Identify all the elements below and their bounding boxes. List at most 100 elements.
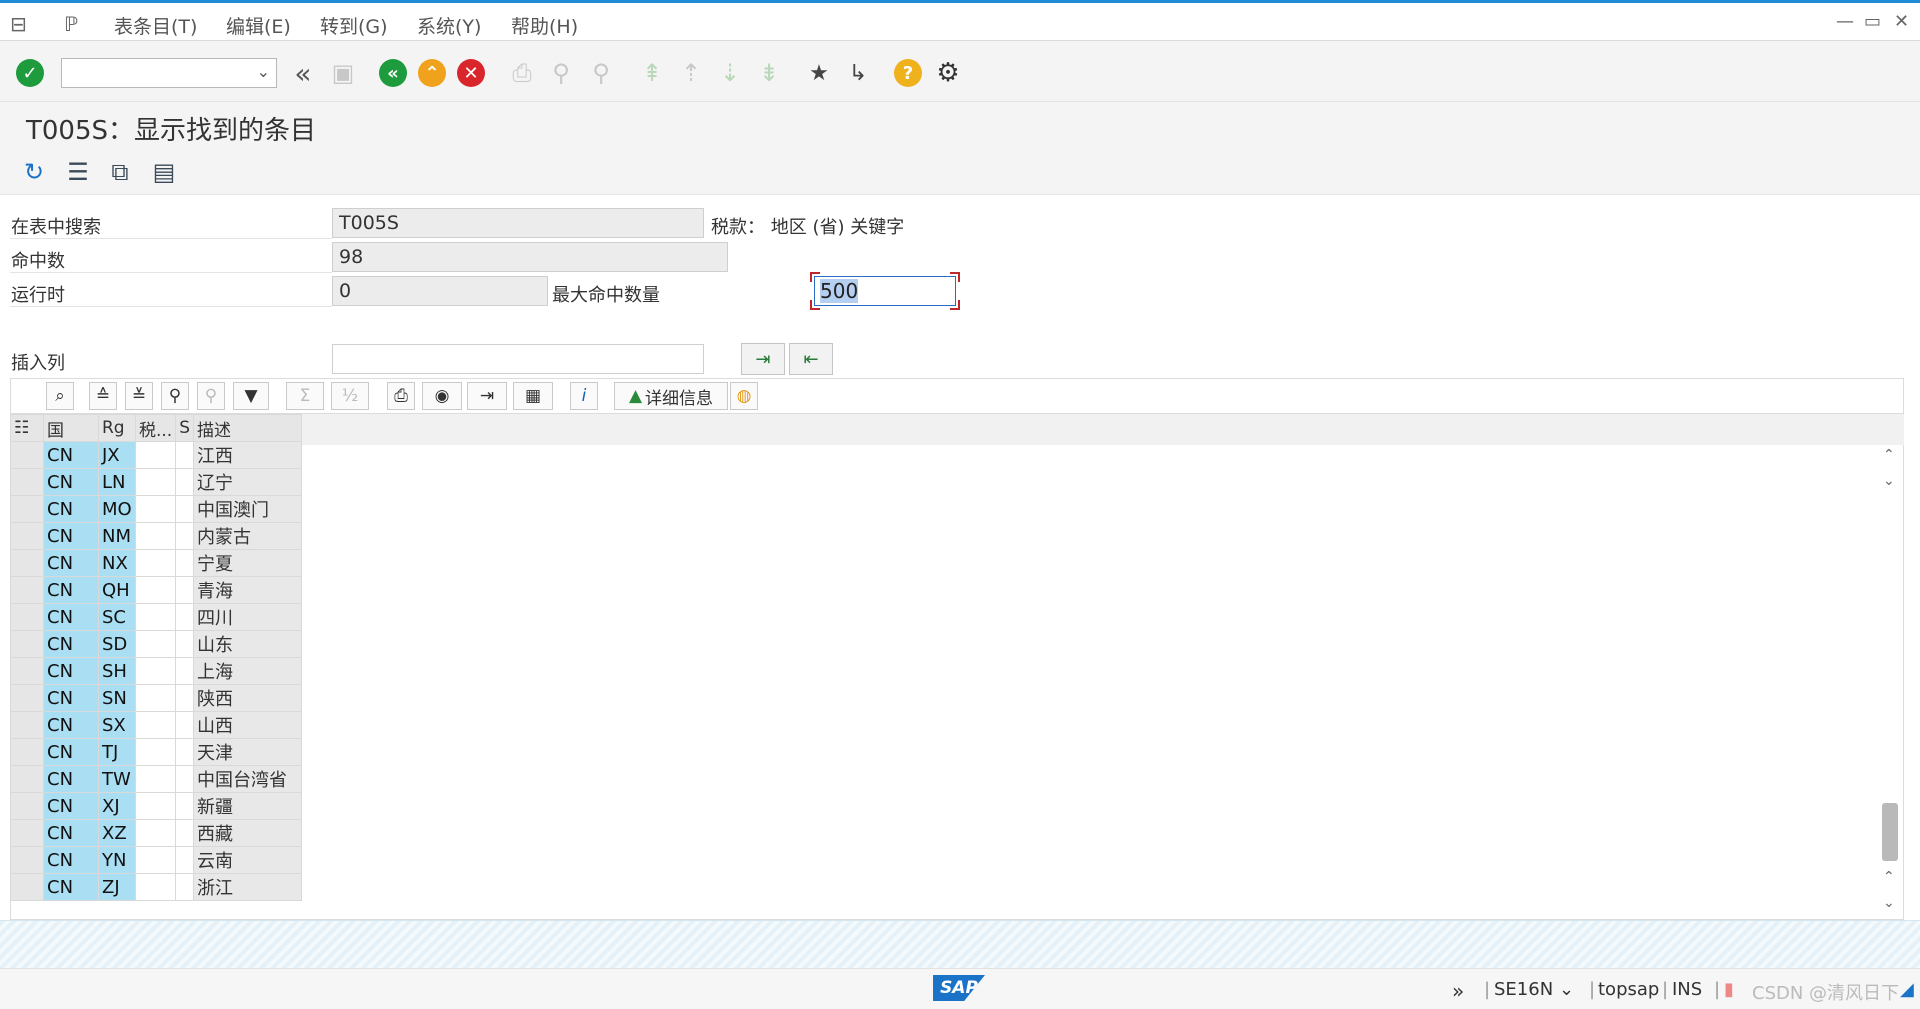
cancel-icon[interactable]: ✕ [455,57,487,89]
table-row[interactable]: CN YN 云南 [10,846,303,874]
enter-icon[interactable]: ✓ [14,57,46,89]
table-row[interactable]: CN XJ 新疆 [10,792,303,820]
sap-p-icon[interactable]: ℙ [64,12,78,36]
cell-tax[interactable] [134,873,177,901]
minimize-icon[interactable]: — [1836,11,1854,32]
cell-region[interactable]: SH [98,657,136,685]
column-header-s[interactable]: S [175,414,195,442]
cell-country[interactable]: CN [43,630,99,658]
details-button[interactable]: ▲ 详细信息 [614,382,728,410]
cell-description[interactable]: 云南 [193,846,303,874]
cell-country[interactable]: CN [43,765,99,793]
row-selector[interactable] [10,765,44,793]
cell-country[interactable]: CN [43,657,99,685]
cell-country[interactable]: CN [43,603,99,631]
cell-s[interactable] [175,603,195,631]
cell-description[interactable]: 山东 [193,630,303,658]
cell-region[interactable]: JX [98,441,136,469]
table-row[interactable]: CN NX 宁夏 [10,549,303,577]
row-selector[interactable] [10,441,44,469]
column-header-description[interactable]: 描述 [193,414,303,442]
chevron-down-icon[interactable]: ⌄ [1559,979,1574,1000]
row-selector[interactable] [10,711,44,739]
cell-tax[interactable] [134,603,177,631]
cell-s[interactable] [175,522,195,550]
menu-item-system[interactable]: 系统(Y) [417,12,481,39]
print-icon[interactable]: ⎙ [387,382,415,410]
expand-status-icon[interactable]: » [1452,979,1464,1003]
table-row[interactable]: CN TJ 天津 [10,738,303,766]
row-selector[interactable] [10,549,44,577]
vertical-scrollbar[interactable]: ⌃ ⌄ ⌃ ⌄ [1876,445,1904,920]
cell-country[interactable]: CN [43,441,99,469]
cell-tax[interactable] [134,765,177,793]
cell-s[interactable] [175,495,195,523]
table-row[interactable]: CN SC 四川 [10,603,303,631]
cell-s[interactable] [175,657,195,685]
detail-view-icon[interactable]: ⌕ [46,382,74,410]
cell-s[interactable] [175,765,195,793]
cell-country[interactable]: CN [43,819,99,847]
cell-region[interactable]: TW [98,765,136,793]
cell-description[interactable]: 内蒙古 [193,522,303,550]
cell-s[interactable] [175,468,195,496]
cell-tax[interactable] [134,684,177,712]
export-icon[interactable]: ⇥ [467,382,507,410]
row-selector[interactable] [10,576,44,604]
table-row[interactable]: CN SN 陕西 [10,684,303,712]
cell-country[interactable]: CN [43,549,99,577]
table-row[interactable]: CN LN 辽宁 [10,468,303,496]
row-selector[interactable] [10,495,44,523]
cell-s[interactable] [175,873,195,901]
sort-ascending-icon[interactable]: ≙ [89,382,117,410]
cell-description[interactable]: 天津 [193,738,303,766]
table-row[interactable]: CN XZ 西藏 [10,819,303,847]
transaction-code[interactable]: SE16N [1494,979,1553,1000]
cell-description[interactable]: 上海 [193,657,303,685]
command-field[interactable]: ⌄ [61,58,277,88]
menu-item-table-entry[interactable]: 表条目(T) [114,12,197,39]
exit-icon[interactable]: ⌃ [416,57,448,89]
table-row[interactable]: CN MO 中国澳门 [10,495,303,523]
scroll-up-icon[interactable]: ⌃ [1883,869,1895,885]
cell-tax[interactable] [134,522,177,550]
row-selector[interactable] [10,657,44,685]
row-selector[interactable] [10,873,44,901]
cell-region[interactable]: TJ [98,738,136,766]
cell-s[interactable] [175,441,195,469]
table-row[interactable]: CN JX 江西 [10,441,303,469]
cell-region[interactable]: YN [98,846,136,874]
cell-s[interactable] [175,576,195,604]
menu-item-goto[interactable]: 转到(G) [320,12,388,39]
close-icon[interactable]: ✕ [1894,11,1909,32]
cell-description[interactable]: 山西 [193,711,303,739]
menu-item-help[interactable]: 帮助(H) [511,12,578,39]
cell-country[interactable]: CN [43,792,99,820]
cell-region[interactable]: SX [98,711,136,739]
cell-tax[interactable] [134,630,177,658]
cell-s[interactable] [175,792,195,820]
cell-description[interactable]: 江西 [193,441,303,469]
cell-region[interactable]: NM [98,522,136,550]
table-row[interactable]: CN SX 山西 [10,711,303,739]
cell-tax[interactable] [134,738,177,766]
table-selection-icon[interactable]: ☰ [62,156,94,188]
scroll-down-icon[interactable]: ⌄ [1883,473,1895,489]
cell-s[interactable] [175,846,195,874]
row-selector[interactable] [10,684,44,712]
scroll-up-icon[interactable]: ⌃ [1883,447,1895,463]
layout-icon[interactable]: ▦ [513,382,553,410]
column-header-region[interactable]: Rg [98,414,136,442]
info-icon[interactable]: i [570,382,598,410]
insert-column-input[interactable] [332,344,704,374]
cell-s[interactable] [175,711,195,739]
cell-tax[interactable] [134,711,177,739]
cell-tax[interactable] [134,549,177,577]
cell-region[interactable]: ZJ [98,873,136,901]
cell-tax[interactable] [134,819,177,847]
settings-puzzle-icon[interactable]: ⧉ [104,156,136,188]
max-hits-input[interactable]: 500 [814,276,956,306]
select-all-icon[interactable]: ☷ [10,414,44,442]
row-selector[interactable] [10,738,44,766]
column-header-country[interactable]: 国 [43,414,99,442]
